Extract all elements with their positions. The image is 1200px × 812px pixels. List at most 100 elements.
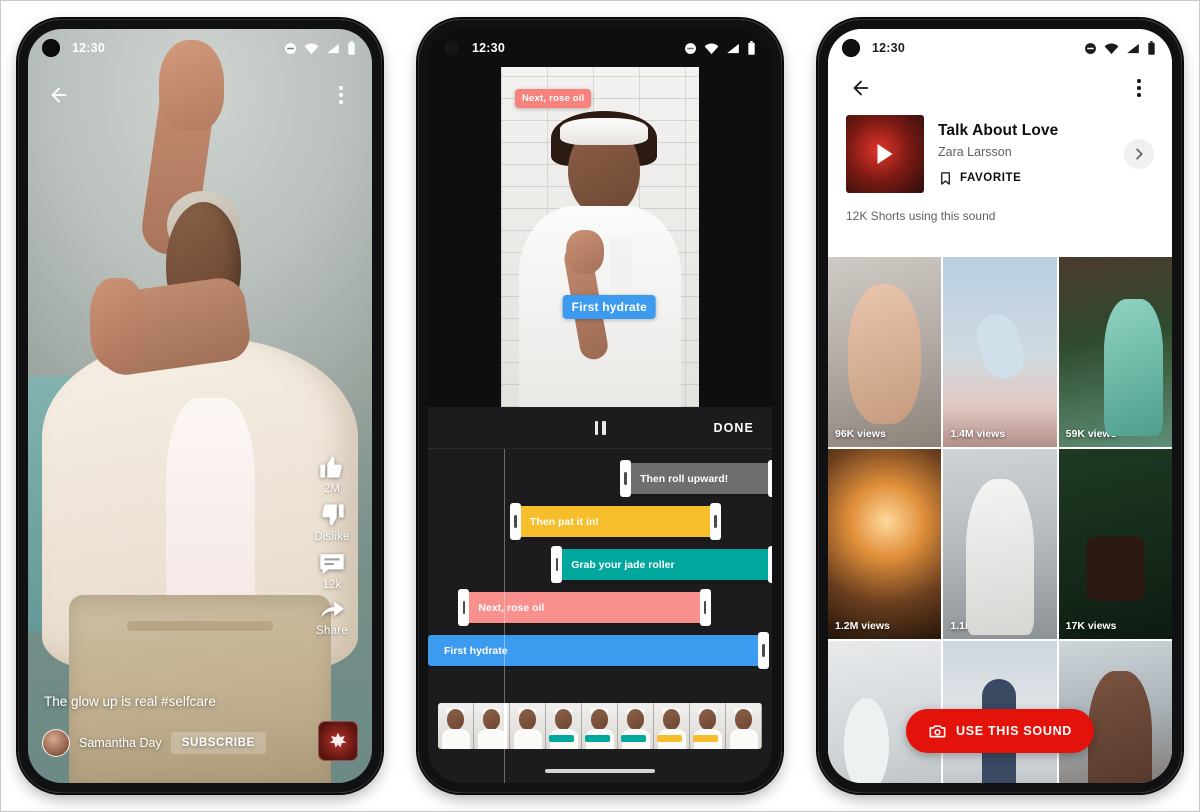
phone-1-screen: 12:30 2M Dislike 12k Share The glow up i… bbox=[28, 29, 372, 783]
chevron-right-icon[interactable] bbox=[1124, 139, 1154, 169]
grid-item[interactable]: 1.4M views bbox=[943, 257, 1057, 447]
screenshot-root: 12:30 2M Dislike 12k Share The glow up i… bbox=[0, 0, 1200, 812]
dnd-icon bbox=[285, 42, 296, 54]
grid-item[interactable]: 1.1M views bbox=[943, 449, 1057, 639]
more-vertical-icon[interactable] bbox=[1124, 73, 1154, 103]
dnd-icon bbox=[685, 42, 696, 54]
pause-icon[interactable] bbox=[594, 420, 606, 435]
player-action-rail: 2M Dislike 12k Share bbox=[302, 453, 362, 637]
filmstrip-frame[interactable] bbox=[654, 703, 690, 749]
clip-handle-right[interactable] bbox=[709, 503, 721, 540]
grid-item[interactable]: 17K views bbox=[1058, 449, 1172, 639]
sound-artist: Zara Larsson bbox=[938, 144, 1012, 159]
timeline-row: Then pat it in! bbox=[428, 500, 772, 543]
play-icon bbox=[877, 144, 893, 164]
comment-button[interactable]: 12k bbox=[318, 549, 346, 591]
camera-punch-hole bbox=[42, 39, 60, 57]
thumbs-up-icon bbox=[320, 456, 342, 478]
caption-clip-next-rose-oil[interactable]: Next, rose oil bbox=[458, 589, 711, 626]
filmstrip-frame[interactable] bbox=[510, 703, 546, 749]
clip-handle-left[interactable] bbox=[458, 589, 470, 626]
clip-handle-left[interactable] bbox=[620, 460, 632, 497]
video-preview[interactable]: Next, rose oil First hydrate bbox=[501, 67, 699, 407]
bookmark-icon bbox=[941, 171, 950, 185]
clip-label: Grab your jade roller bbox=[571, 558, 675, 571]
clip-handle-right[interactable] bbox=[768, 460, 772, 497]
filmstrip-frame[interactable] bbox=[546, 703, 582, 749]
clip-handle-right[interactable] bbox=[768, 546, 772, 583]
more-vertical-icon[interactable] bbox=[326, 80, 356, 110]
use-this-sound-label: USE THIS SOUND bbox=[955, 724, 1073, 738]
grid-item[interactable]: 59K views bbox=[1058, 257, 1172, 447]
clip-handle-left[interactable] bbox=[510, 503, 521, 540]
caption-overlay-first-hydrate[interactable]: First hydrate bbox=[562, 295, 656, 319]
favorite-button[interactable]: FAVORITE bbox=[938, 170, 1110, 187]
clip-handle-right[interactable] bbox=[699, 589, 711, 626]
comment-count: 12k bbox=[322, 579, 342, 591]
share-label: Share bbox=[316, 625, 348, 637]
share-button[interactable]: Share bbox=[316, 597, 348, 637]
wifi-icon bbox=[704, 43, 719, 54]
status-bar-1: 12:30 bbox=[28, 29, 372, 67]
favorite-label: FAVORITE bbox=[960, 172, 1022, 184]
channel-name[interactable]: Samantha Day bbox=[79, 736, 162, 750]
subject-shirt bbox=[165, 398, 256, 625]
grid-item[interactable]: 1.2M views bbox=[828, 449, 942, 639]
view-count: 1.2M views bbox=[835, 620, 890, 632]
status-bar-2: 12:30 bbox=[428, 29, 772, 67]
clip-handle-right[interactable] bbox=[758, 632, 770, 669]
subject-crossed-hand bbox=[89, 277, 145, 369]
grid-item[interactable]: 96K views bbox=[828, 257, 942, 447]
like-count: 2M bbox=[323, 483, 341, 495]
caption-clip-first-hydrate[interactable]: First hydrate bbox=[428, 632, 770, 669]
filmstrip-frame[interactable] bbox=[690, 703, 726, 749]
filmstrip-frame[interactable] bbox=[582, 703, 618, 749]
sound-header: 12:30 Talk About Love Zara Larsson FAVOR… bbox=[828, 29, 1172, 233]
filmstrip-playhead[interactable] bbox=[504, 703, 507, 749]
avatar[interactable] bbox=[42, 729, 70, 757]
comment-icon bbox=[320, 554, 344, 575]
camera-icon bbox=[929, 724, 946, 737]
sound-title: Talk About Love bbox=[938, 121, 1059, 139]
back-arrow-icon[interactable] bbox=[44, 80, 74, 110]
status-time: 12:30 bbox=[872, 41, 905, 55]
like-button[interactable]: 2M bbox=[318, 453, 346, 495]
caption-clip-then-pat-it-in[interactable]: Then pat it in! bbox=[510, 503, 721, 540]
subscribe-button[interactable]: SUBSCRIBE bbox=[170, 732, 266, 754]
caption-clip-grab-your-jade-roller[interactable]: Grab your jade roller bbox=[551, 546, 772, 583]
filmstrip-frame[interactable] bbox=[438, 703, 474, 749]
video-caption: The glow up is real #selfcare bbox=[44, 694, 216, 709]
caption-overlay-rose-oil[interactable]: Next, rose oil bbox=[515, 89, 592, 108]
shorts-grid: 96K views 1.4M views 59K views 1.2M view… bbox=[828, 257, 1172, 783]
filmstrip-frame[interactable] bbox=[726, 703, 762, 749]
camera-punch-hole bbox=[442, 39, 460, 57]
view-count: 96K views bbox=[835, 428, 886, 440]
signal-icon bbox=[327, 43, 339, 53]
battery-icon bbox=[348, 41, 355, 55]
clip-label: Then pat it in! bbox=[530, 515, 599, 528]
clip-handle-left[interactable] bbox=[551, 546, 563, 583]
battery-icon bbox=[748, 41, 755, 55]
sound-artwork[interactable] bbox=[846, 115, 924, 193]
filmstrip-frame[interactable] bbox=[618, 703, 654, 749]
dnd-icon bbox=[1085, 42, 1096, 54]
editor-panel: DONE Then roll upward! Then pat it in! G… bbox=[428, 407, 772, 783]
sound-disc-icon[interactable] bbox=[318, 721, 358, 761]
dislike-button[interactable]: Dislike bbox=[314, 501, 349, 543]
timeline-row: Then roll upward! bbox=[428, 457, 772, 500]
use-this-sound-button[interactable]: USE THIS SOUND bbox=[905, 709, 1095, 753]
caption-clip-then-roll-upward[interactable]: Then roll upward! bbox=[620, 460, 772, 497]
phone-1-shorts-player: 12:30 2M Dislike 12k Share The glow up i… bbox=[16, 17, 384, 795]
caption-timeline: Then roll upward! Then pat it in! Grab y… bbox=[428, 449, 772, 783]
thumbs-down-icon bbox=[322, 504, 344, 526]
phone-2-screen: 12:30 Next, rose oil First hydrate DONE … bbox=[428, 29, 772, 783]
timeline-row: First hydrate bbox=[428, 629, 772, 672]
phone-3-screen: 96K views 1.4M views 59K views 1.2M view… bbox=[828, 29, 1172, 783]
subject-hand bbox=[566, 230, 604, 275]
filmstrip[interactable] bbox=[438, 703, 762, 749]
view-count: 59K views bbox=[1065, 428, 1117, 440]
back-arrow-icon[interactable] bbox=[846, 73, 876, 103]
timeline-row: Grab your jade roller bbox=[428, 543, 772, 586]
done-button[interactable]: DONE bbox=[713, 421, 754, 435]
signal-icon bbox=[727, 43, 739, 53]
